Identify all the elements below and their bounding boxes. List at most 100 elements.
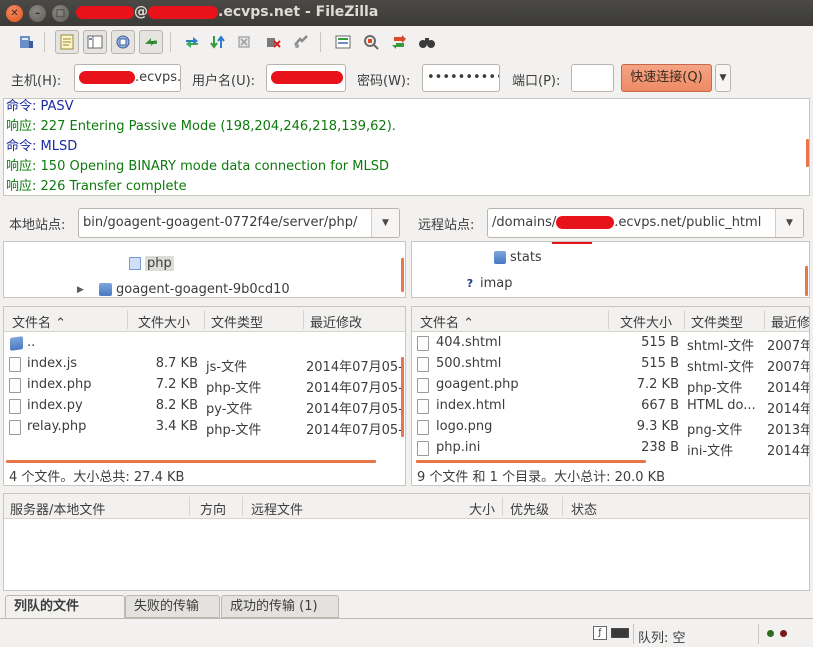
column-separator[interactable] (562, 497, 563, 516)
toggle-directory-comparison-icon[interactable] (359, 30, 383, 54)
column-separator[interactable] (303, 310, 304, 329)
column-header-modified[interactable]: 最近修 (771, 312, 809, 331)
refresh-icon[interactable] (180, 30, 204, 54)
table-row[interactable]: php.ini 238 B ini-文件 2014年 (412, 438, 809, 459)
message-log[interactable]: 命令: PASV 响应: 227 Entering Passive Mode (… (3, 98, 810, 196)
table-row[interactable]: 404.shtml 515 B shtml-文件 2007年 (412, 333, 809, 354)
chevron-down-icon[interactable]: ▼ (371, 209, 399, 237)
local-tree-scrollbar[interactable] (401, 258, 404, 292)
username-input[interactable] (266, 64, 346, 92)
column-separator[interactable] (764, 310, 765, 329)
tree-node-goagent[interactable]: ▶ goagent-goagent-9b0cd10 (77, 282, 290, 297)
filter-indicator-icon[interactable]: ƒ (593, 626, 607, 640)
file-type: ini-文件 (687, 444, 734, 459)
log-line: 响应: 226 Transfer complete (6, 179, 187, 195)
tab-successful-transfers[interactable]: 成功的传输 (1) (221, 595, 339, 618)
column-separator[interactable] (684, 310, 685, 329)
transfer-queue[interactable]: 服务器/本地文件 方向 远程文件 大小 优先级 状态 (3, 493, 810, 591)
disconnect-icon[interactable] (261, 30, 285, 54)
tab-failed-transfers[interactable]: 失败的传输 (125, 595, 220, 618)
file-icon (417, 399, 429, 414)
column-header-size[interactable]: 文件大小 (138, 312, 190, 331)
site-manager-icon[interactable] (14, 30, 38, 54)
column-header-status[interactable]: 状态 (571, 499, 597, 518)
table-row[interactable]: index.py 8.2 KB py-文件 2014年07月05- (4, 396, 405, 417)
status-separator (758, 624, 759, 644)
window-minimize-button[interactable]: – (29, 5, 46, 22)
column-separator[interactable] (204, 310, 205, 329)
unknown-folder-icon: ? (466, 277, 474, 290)
redaction-mark (271, 71, 343, 84)
column-separator[interactable] (189, 497, 190, 516)
window-close-button[interactable]: ✕ (6, 5, 23, 22)
tree-node-stats[interactable]: stats (494, 250, 542, 265)
column-separator[interactable] (502, 497, 503, 516)
port-input[interactable] (571, 64, 614, 92)
column-separator[interactable] (127, 310, 128, 329)
search-remote-files-icon[interactable] (415, 30, 439, 54)
column-separator[interactable] (242, 497, 243, 516)
column-header-priority[interactable]: 优先级 (510, 499, 549, 518)
quickconnect-bar: 主机(H): .ecvps. 用户名(U): 密码(W): ••••••••••… (0, 58, 813, 98)
log-label: 响应: (6, 159, 37, 174)
column-header-name[interactable]: 文件名 ⌃ (420, 312, 474, 331)
window-maximize-button[interactable]: □ (52, 5, 69, 22)
local-file-list[interactable]: 文件名 ⌃ 文件大小 文件类型 最近修改 .. index.js 8.7 KB … (3, 306, 406, 486)
cancel-operation-icon[interactable] (233, 30, 257, 54)
column-header-size[interactable]: 文件大小 (620, 312, 672, 331)
host-label: 主机(H): (11, 74, 62, 89)
remote-tree-scrollbar[interactable] (805, 266, 808, 296)
table-row[interactable]: index.php 7.2 KB php-文件 2014年07月05- (4, 375, 405, 396)
password-input[interactable]: •••••••••• (422, 64, 500, 92)
local-list-hscrollbar[interactable] (6, 460, 376, 463)
column-header-type[interactable]: 文件类型 (691, 312, 743, 331)
column-separator[interactable] (608, 310, 609, 329)
remote-directory-tree[interactable]: stats ? imap (411, 241, 810, 298)
table-row[interactable]: goagent.php 7.2 KB php-文件 2014年 (412, 375, 809, 396)
column-header-server-local-file[interactable]: 服务器/本地文件 (10, 499, 105, 518)
toggle-remote-tree-icon[interactable] (111, 30, 135, 54)
quickconnect-button[interactable]: 快速连接(Q) (621, 64, 712, 92)
local-list-vscrollbar[interactable] (401, 357, 404, 437)
remote-path-text: /domains/ .ecvps.net/public_html (492, 215, 761, 230)
table-row[interactable]: index.html 667 B HTML do... 2014年 (412, 396, 809, 417)
process-queue-icon[interactable] (206, 30, 230, 54)
remote-file-list[interactable]: 文件名 ⌃ 文件大小 文件类型 最近修 404.shtml 515 B shtm… (411, 306, 810, 486)
log-line: 响应: 227 Entering Passive Mode (198,204,2… (6, 119, 396, 135)
table-row[interactable]: index.js 8.7 KB js-文件 2014年07月05- (4, 354, 405, 375)
remote-list-hscrollbar[interactable] (416, 460, 646, 463)
reconnect-icon[interactable] (289, 30, 313, 54)
toggle-message-log-icon[interactable] (55, 30, 79, 54)
quickconnect-history-dropdown[interactable]: ▼ (715, 64, 731, 92)
host-input[interactable]: .ecvps. (74, 64, 181, 92)
column-header-size[interactable]: 大小 (469, 499, 495, 518)
folder-icon (494, 251, 506, 264)
redaction-mark (79, 71, 135, 84)
local-path-combo[interactable]: bin/goagent-goagent-0772f4e/server/php/ … (78, 208, 400, 238)
column-header-type[interactable]: 文件类型 (211, 312, 263, 331)
local-directory-tree[interactable]: php ▶ goagent-goagent-9b0cd10 (3, 241, 406, 298)
chevron-down-icon[interactable]: ▼ (775, 209, 803, 237)
column-header-remote-file[interactable]: 远程文件 (251, 499, 303, 518)
remote-path-suffix: .ecvps.net/public_html (614, 215, 762, 230)
toggle-local-tree-icon[interactable] (83, 30, 107, 54)
tab-queued-files[interactable]: 列队的文件 (5, 595, 125, 618)
file-modified: 2014年 (767, 444, 810, 459)
list-item-parent-dir[interactable]: .. (4, 333, 405, 354)
synchronized-browsing-icon[interactable] (387, 30, 411, 54)
remote-path-combo[interactable]: /domains/ .ecvps.net/public_html ▼ (487, 208, 804, 238)
column-header-modified[interactable]: 最近修改 (310, 312, 362, 331)
file-modified: 2013年 (767, 423, 810, 438)
encryption-indicator-icon[interactable] (611, 628, 629, 638)
log-scrollbar[interactable] (806, 139, 809, 167)
column-header-name[interactable]: 文件名 ⌃ (12, 312, 66, 331)
expander-icon[interactable]: ▶ (77, 285, 95, 295)
directory-listing-filters-icon[interactable] (331, 30, 355, 54)
table-row[interactable]: relay.php 3.4 KB php-文件 2014年07月05- (4, 417, 405, 438)
toggle-transfer-queue-icon[interactable] (139, 30, 163, 54)
table-row[interactable]: 500.shtml 515 B shtml-文件 2007年 (412, 354, 809, 375)
tree-node-imap[interactable]: ? imap (464, 276, 513, 291)
table-row[interactable]: logo.png 9.3 KB png-文件 2013年 (412, 417, 809, 438)
tree-node-php[interactable]: php (129, 256, 174, 271)
column-header-direction[interactable]: 方向 (200, 499, 226, 518)
